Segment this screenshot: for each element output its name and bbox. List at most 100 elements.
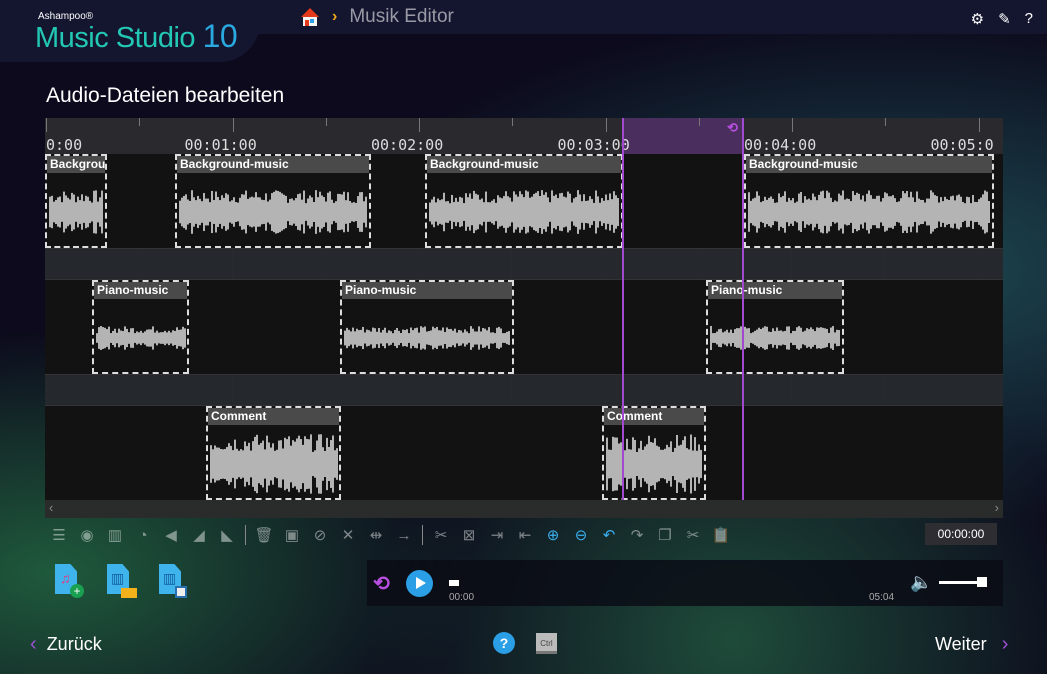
audio-clip[interactable]: Background-music	[175, 154, 371, 248]
copy-icon[interactable]: ❐	[651, 526, 679, 544]
toolbar-divider	[422, 525, 423, 545]
clip-label: Comment	[208, 408, 339, 425]
chevron-left-icon: ‹	[30, 633, 37, 655]
add-music-button[interactable]: ♫ +	[55, 564, 85, 600]
trim-icon[interactable]: ⇹	[362, 526, 390, 544]
timeline-ruler[interactable]: ⟲ 0:00 00:01:00 00:02:00 00:03:00 00:04:00 00…	[45, 118, 1003, 154]
clip-label: Background-music	[177, 156, 369, 173]
save-icon	[175, 586, 187, 598]
progress-handle[interactable]	[449, 580, 459, 586]
top-icons: ⚙ ✎ ?	[971, 10, 1033, 28]
horizontal-scrollbar[interactable]: ‹ ›	[45, 500, 1003, 518]
breadcrumb: › Musik Editor	[300, 6, 454, 28]
effects-icon[interactable]: ◉	[73, 526, 101, 544]
audio-clip[interactable]: Comment	[602, 406, 706, 500]
file-actions: ♫ + ▥ ▥	[55, 564, 189, 600]
redo-icon[interactable]: ↷	[623, 526, 651, 544]
audio-clip[interactable]: Piano-music	[340, 280, 514, 374]
paste-icon[interactable]: 📋	[707, 526, 735, 544]
ruler-tick	[419, 118, 420, 132]
cut-selection-icon[interactable]: ⊠	[455, 526, 483, 544]
no-audio-icon[interactable]: ⊘	[306, 526, 334, 544]
scroll-right-button[interactable]: ›	[995, 500, 999, 515]
help-button[interactable]: ?	[493, 632, 515, 654]
ctrl-key-icon[interactable]: Ctrl	[536, 633, 557, 654]
split-icon[interactable]: →	[390, 527, 418, 544]
ruler-label: 00:04:00	[744, 136, 817, 154]
ruler-label: 00:02:00	[371, 136, 444, 154]
volume-slider[interactable]	[939, 581, 977, 584]
audio-clip[interactable]: Background-music	[744, 154, 994, 248]
timeline-editor[interactable]: ⟲ 0:00 00:01:00 00:02:00 00:03:00 00:04:00 00…	[45, 118, 1003, 518]
delete-icon[interactable]: 🗑	[250, 526, 278, 544]
waveform-icon: ▥	[163, 570, 177, 586]
cut-icon[interactable]: ✂	[427, 526, 455, 544]
ruler-tick	[885, 118, 887, 126]
ruler-label: 00:03:00	[557, 136, 630, 154]
audio-clip[interactable]: Piano-music	[706, 280, 844, 374]
ruler-tick	[978, 118, 980, 132]
move-left-icon[interactable]: ⇤	[511, 526, 539, 544]
mute-icon[interactable]: ✕	[334, 526, 362, 544]
move-right-icon[interactable]: ⇥	[483, 526, 511, 544]
fade-out-icon[interactable]: ◣	[213, 526, 241, 544]
plus-icon: +	[70, 584, 84, 598]
app-logo: Music Studio 10	[35, 18, 238, 55]
page-title: Audio-Dateien bearbeiten	[46, 84, 285, 107]
volume-adjust-icon[interactable]: ◀	[157, 526, 185, 544]
zoom-in-icon[interactable]: ⊕	[539, 526, 567, 544]
volume-handle[interactable]	[977, 577, 987, 587]
audio-clip[interactable]: Background-music	[425, 154, 623, 248]
clip-label: Piano-music	[94, 282, 187, 299]
clip-label: Piano-music	[708, 282, 842, 299]
ruler-tick	[46, 118, 47, 132]
zoom-out-icon[interactable]: ⊖	[567, 526, 595, 544]
waveform	[49, 190, 103, 234]
loop-toggle-button[interactable]: ⟲	[373, 571, 390, 596]
play-button[interactable]	[406, 570, 433, 597]
cut-clip-icon[interactable]: ✂	[679, 526, 707, 544]
speed-icon[interactable]: ◔	[129, 527, 157, 544]
waveform	[710, 326, 840, 350]
waveform	[344, 326, 510, 350]
ruler-label: 00:05:0	[930, 136, 994, 154]
loop-start-marker[interactable]	[622, 118, 624, 500]
settings-icon[interactable]: ⚙	[971, 10, 984, 28]
home-icon[interactable]	[300, 7, 320, 27]
delete-selection-icon[interactable]: ▣	[278, 526, 306, 544]
track-3[interactable]	[45, 406, 1003, 500]
waveform	[96, 326, 186, 350]
volume-icon[interactable]: 🔈	[910, 572, 932, 593]
audio-clip[interactable]: Piano-music	[92, 280, 189, 374]
audio-clip[interactable]: Comment	[206, 406, 341, 500]
clip-label: Background-music	[427, 156, 621, 173]
playback-progress[interactable]	[449, 580, 909, 586]
next-label: Weiter	[935, 634, 987, 654]
ruler-tick	[512, 118, 514, 126]
clip-label: Comment	[604, 408, 704, 425]
waveform-icon[interactable]: ▥	[101, 526, 129, 544]
player-bar: ⟲ 00:00 05:04 🔈	[367, 560, 1003, 606]
audio-clip[interactable]: Backgrour	[45, 154, 107, 248]
undo-icon[interactable]: ↶	[595, 526, 623, 544]
chevron-right-icon: ›	[1001, 633, 1009, 655]
open-audio-button[interactable]: ▥	[107, 564, 137, 600]
loop-end-marker[interactable]	[742, 118, 744, 500]
ruler-label: 00:01:00	[184, 136, 257, 154]
loop-selection[interactable]	[623, 118, 744, 154]
back-button[interactable]: ‹ Zurück	[30, 633, 102, 656]
brand-version: 10	[202, 18, 238, 54]
folder-icon	[121, 588, 137, 598]
help-icon[interactable]: ?	[1025, 10, 1033, 28]
scroll-left-button[interactable]: ‹	[49, 500, 53, 515]
save-audio-button[interactable]: ▥	[159, 564, 189, 600]
next-button[interactable]: Weiter ›	[935, 633, 1008, 656]
waveform-icon: ▥	[111, 570, 125, 586]
edit-icon[interactable]: ✎	[998, 10, 1011, 28]
breadcrumb-current: Musik Editor	[349, 6, 454, 27]
current-time: 00:00	[449, 592, 475, 603]
equalizer-icon[interactable]: ☰	[45, 526, 73, 544]
fade-in-icon[interactable]: ◢	[185, 526, 213, 544]
loop-icon[interactable]: ⟲	[727, 120, 738, 136]
ruler-tick	[792, 118, 793, 132]
